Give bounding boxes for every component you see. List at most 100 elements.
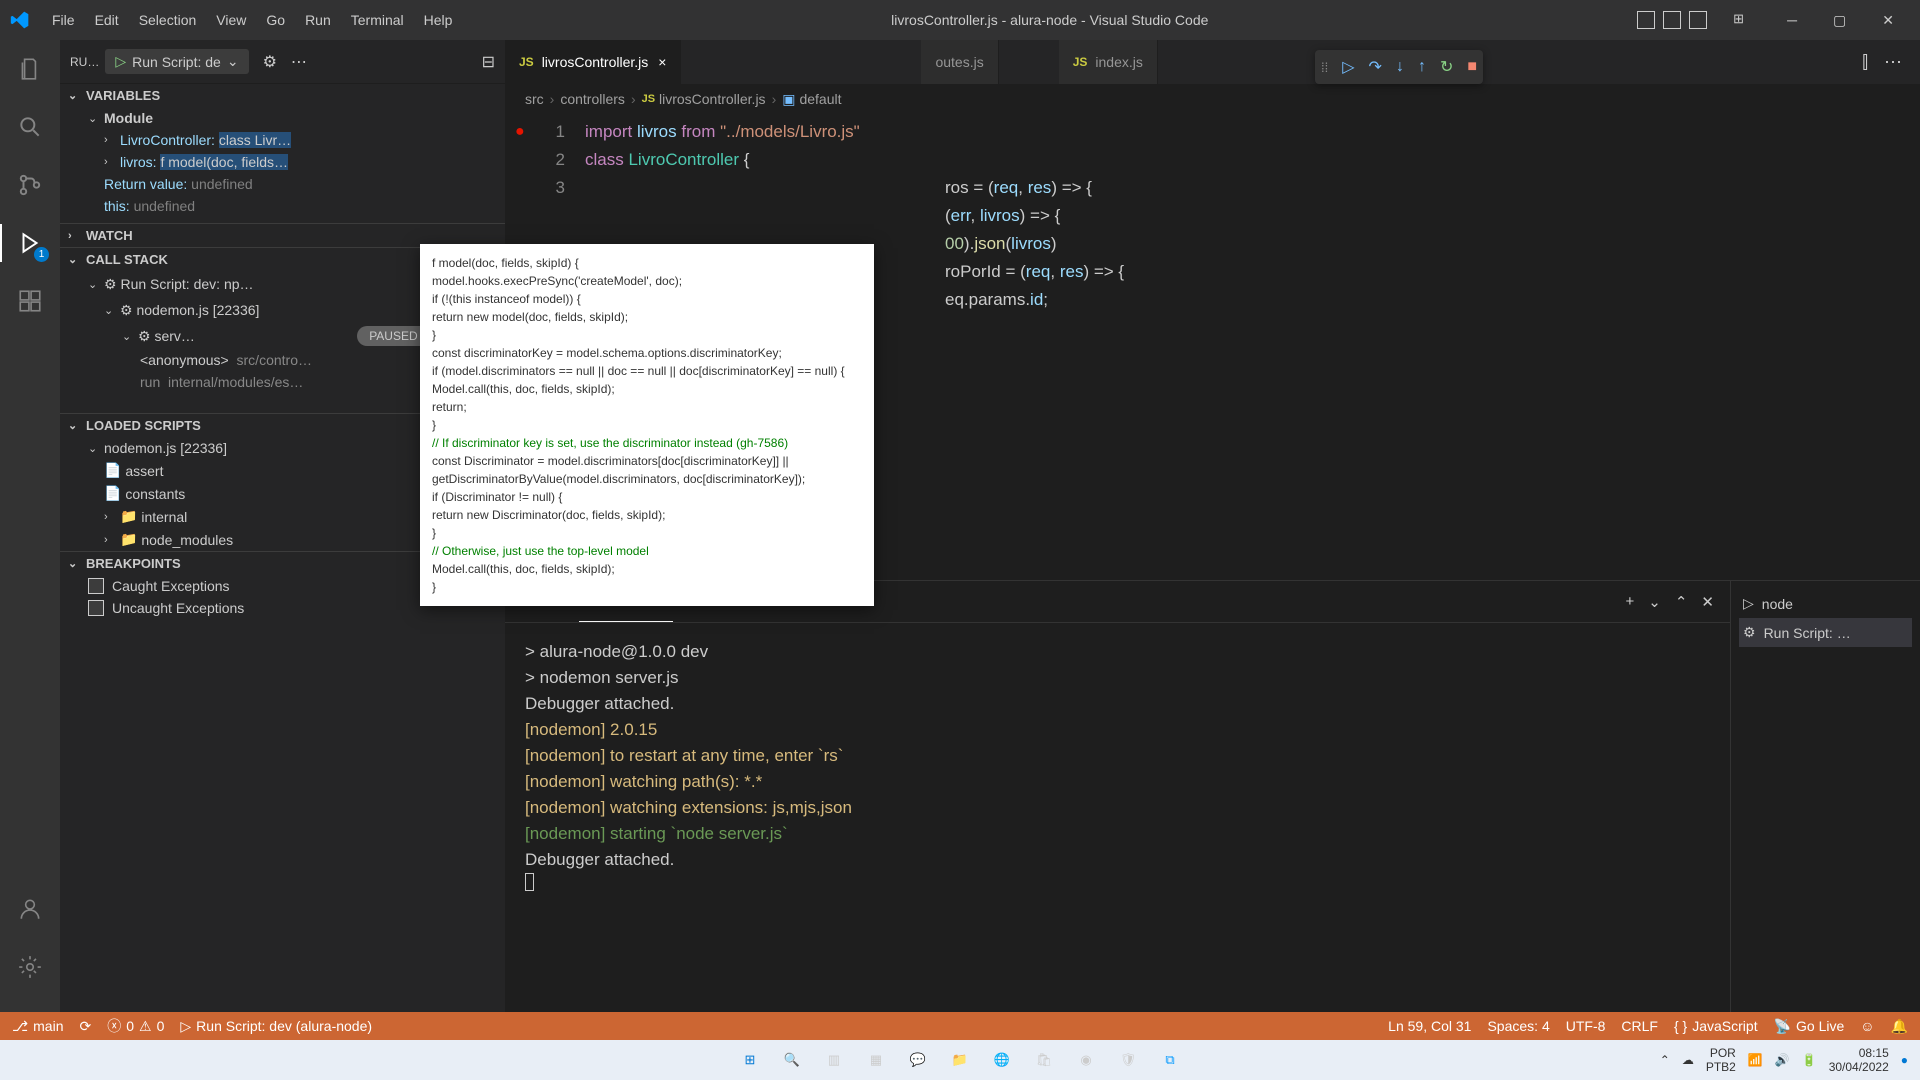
- stop-icon[interactable]: ■: [1467, 58, 1477, 76]
- menu-go[interactable]: Go: [256, 12, 295, 28]
- variables-section[interactable]: ⌄VARIABLES: [60, 84, 505, 107]
- window-title: livrosController.js - alura-node - Visua…: [462, 12, 1637, 28]
- menu-edit[interactable]: Edit: [85, 12, 129, 28]
- run-header: RU… ▷ Run Script: de ⌄ ⚙ ⋯ ⊟: [60, 40, 505, 84]
- breadcrumb[interactable]: src› controllers› JS livrosController.js…: [505, 84, 1920, 114]
- status-spaces[interactable]: Spaces: 4: [1487, 1018, 1549, 1034]
- terminal-list: ▷node ⚙Run Script: …: [1730, 581, 1920, 1012]
- var-this[interactable]: this: undefined: [64, 195, 505, 217]
- titlebar: File Edit Selection View Go Run Terminal…: [0, 0, 1920, 40]
- search-icon[interactable]: [15, 112, 45, 142]
- run-config-name: Run Script: de: [132, 54, 221, 70]
- status-position[interactable]: Ln 59, Col 31: [1388, 1018, 1471, 1034]
- edge-icon[interactable]: 🌐: [987, 1045, 1017, 1075]
- source-control-icon[interactable]: [15, 170, 45, 200]
- menu-run[interactable]: Run: [295, 12, 341, 28]
- var-livrocontroller[interactable]: ›LivroController: class Livr…: [64, 129, 505, 151]
- bottom-panel: OLE TERMINAL + ⌄ ⌃ ✕ > alura-node@1.0.0 …: [505, 580, 1920, 1012]
- editor-tabs: JSlivrosController.js× outes.js JSindex.…: [505, 40, 1920, 84]
- menu-selection[interactable]: Selection: [129, 12, 207, 28]
- var-return[interactable]: Return value: undefined: [64, 173, 505, 195]
- module-group[interactable]: ⌄Module: [64, 107, 505, 129]
- checkbox[interactable]: [88, 578, 104, 594]
- taskview-icon[interactable]: ▥: [819, 1045, 849, 1075]
- hover-tooltip: f model(doc, fields, skipId) { model.hoo…: [420, 244, 874, 606]
- split-editor-icon[interactable]: ⫿: [1862, 52, 1868, 73]
- taskbar-search-icon[interactable]: 🔍: [777, 1045, 807, 1075]
- restart-icon[interactable]: ↻: [1440, 57, 1453, 77]
- chat-icon[interactable]: 💬: [903, 1045, 933, 1075]
- step-out-icon[interactable]: ↑: [1418, 58, 1426, 76]
- status-notifications[interactable]: 🔔: [1891, 1018, 1908, 1035]
- status-feedback[interactable]: ☺: [1860, 1018, 1874, 1034]
- status-bar: ⎇ main ⟳ ⓧ 0 ⚠ 0 ▷ Run Script: dev (alur…: [0, 1012, 1920, 1040]
- clock[interactable]: 08:1530/04/2022: [1829, 1046, 1889, 1075]
- minimap[interactable]: [1820, 114, 1920, 514]
- gear-icon[interactable]: ⚙: [263, 52, 277, 72]
- run-debug-icon[interactable]: 1: [15, 228, 45, 258]
- menu-view[interactable]: View: [206, 12, 256, 28]
- tab-index[interactable]: JSindex.js: [1059, 40, 1158, 84]
- collapse-icon[interactable]: ⊟: [482, 52, 495, 72]
- explorer-taskbar-icon[interactable]: 📁: [945, 1045, 975, 1075]
- debug-badge: 1: [34, 247, 49, 262]
- close-button[interactable]: ✕: [1866, 12, 1910, 29]
- start-icon[interactable]: ⊞: [735, 1045, 765, 1075]
- status-encoding[interactable]: UTF-8: [1566, 1018, 1606, 1034]
- tray-chevron-icon[interactable]: ⌃: [1660, 1053, 1670, 1067]
- continue-icon[interactable]: ▷: [1342, 57, 1354, 77]
- terminal-runscript[interactable]: ⚙Run Script: …: [1739, 618, 1912, 647]
- wifi-icon[interactable]: 📶: [1748, 1053, 1763, 1067]
- windows-taskbar: ⊞ 🔍 ▥ ▦ 💬 📁 🌐 🛍 ◉ 🛡 ⧉ ⌃ ☁ PORPTB2 📶 🔊 🔋 …: [0, 1040, 1920, 1080]
- tab-routes[interactable]: outes.js: [921, 40, 998, 84]
- menu-terminal[interactable]: Terminal: [341, 12, 414, 28]
- terminal-node[interactable]: ▷node: [1739, 589, 1912, 618]
- vscode-taskbar-icon[interactable]: ⧉: [1155, 1045, 1185, 1075]
- chevron-down-icon[interactable]: ⌄: [227, 53, 239, 70]
- run-label: RU…: [70, 55, 99, 69]
- extensions-icon[interactable]: [15, 286, 45, 316]
- more-icon[interactable]: ⋯: [1884, 52, 1902, 73]
- status-sync[interactable]: ⟳: [80, 1018, 92, 1035]
- system-tray[interactable]: ⌃ ☁ PORPTB2 📶 🔊 🔋 08:1530/04/2022 ●: [1660, 1046, 1908, 1075]
- terminal-output[interactable]: > alura-node@1.0.0 dev> nodemon server.j…: [505, 623, 1730, 1012]
- notifications-tray-icon[interactable]: ●: [1901, 1053, 1908, 1067]
- status-problems[interactable]: ⓧ 0 ⚠ 0: [107, 1016, 164, 1036]
- widgets-icon[interactable]: ▦: [861, 1045, 891, 1075]
- menu-file[interactable]: File: [42, 12, 85, 28]
- maximize-button[interactable]: ▢: [1817, 12, 1862, 29]
- menu-help[interactable]: Help: [414, 12, 463, 28]
- volume-icon[interactable]: 🔊: [1775, 1053, 1790, 1067]
- onedrive-icon[interactable]: ☁: [1682, 1053, 1694, 1067]
- var-livros[interactable]: ›livros: f model(doc, fields…: [64, 151, 505, 173]
- close-icon[interactable]: ×: [658, 54, 666, 70]
- activity-bar: 1: [0, 40, 60, 1012]
- dropdown-icon[interactable]: ⌄: [1648, 593, 1661, 611]
- explorer-icon[interactable]: [15, 54, 45, 84]
- run-config-select[interactable]: ▷ Run Script: de ⌄: [105, 49, 248, 74]
- close-panel-icon[interactable]: ✕: [1701, 593, 1714, 611]
- tab-livroscontroller[interactable]: JSlivrosController.js×: [505, 40, 681, 84]
- status-debug[interactable]: ▷ Run Script: dev (alura-node): [180, 1018, 372, 1035]
- step-into-icon[interactable]: ↓: [1396, 58, 1404, 76]
- dell-icon[interactable]: ◉: [1071, 1045, 1101, 1075]
- battery-icon[interactable]: 🔋: [1802, 1053, 1817, 1067]
- status-golive[interactable]: 📡 Go Live: [1774, 1018, 1845, 1035]
- debug-toolbar[interactable]: ⁞⁞ ▷ ↷ ↓ ↑ ↻ ■: [1315, 50, 1483, 84]
- maximize-panel-icon[interactable]: ⌃: [1675, 593, 1688, 611]
- account-icon[interactable]: [15, 894, 45, 924]
- status-language[interactable]: { } JavaScript: [1674, 1018, 1758, 1034]
- settings-gear-icon[interactable]: [15, 952, 45, 982]
- keyboard-layout[interactable]: PORPTB2: [1706, 1046, 1736, 1075]
- status-eol[interactable]: CRLF: [1621, 1018, 1658, 1034]
- step-over-icon[interactable]: ↷: [1369, 57, 1382, 77]
- minimize-button[interactable]: ─: [1771, 12, 1813, 29]
- layout-controls[interactable]: ⊞: [1637, 11, 1751, 29]
- store-icon[interactable]: 🛍: [1029, 1045, 1059, 1075]
- checkbox[interactable]: [88, 600, 104, 616]
- new-terminal-icon[interactable]: +: [1626, 593, 1635, 611]
- more-icon[interactable]: ⋯: [291, 52, 307, 72]
- play-icon[interactable]: ▷: [115, 53, 126, 70]
- mcafee-icon[interactable]: 🛡: [1113, 1045, 1143, 1075]
- status-branch[interactable]: ⎇ main: [12, 1018, 64, 1035]
